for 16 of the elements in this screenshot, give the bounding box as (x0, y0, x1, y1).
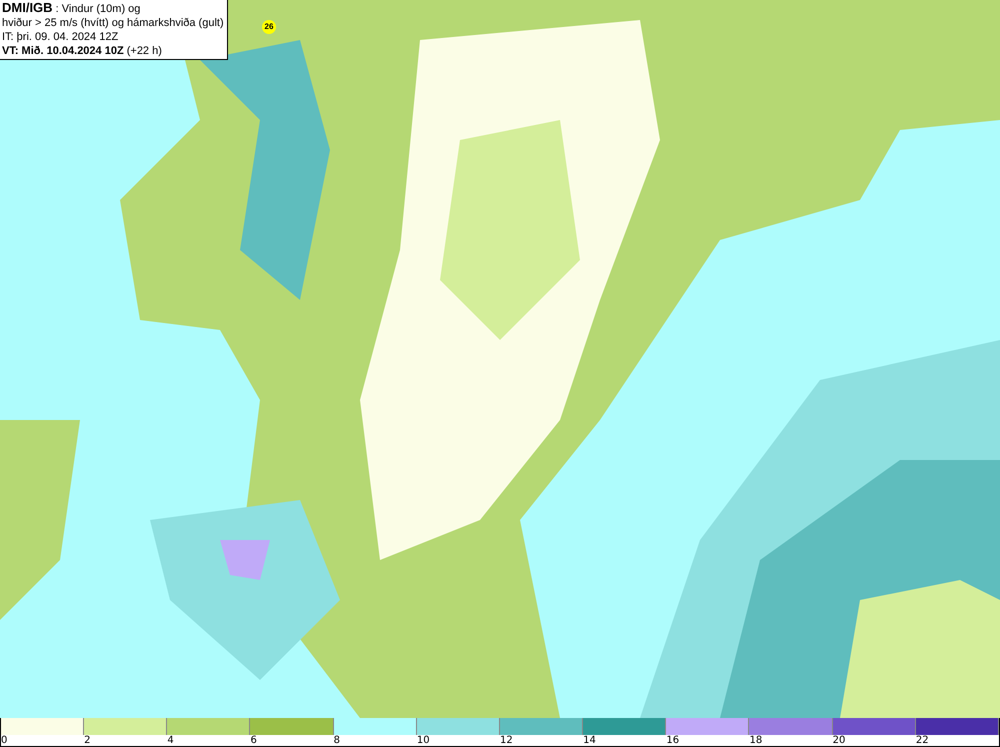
map-title-line: hviður > 25 m/s (hvítt) og hámarkshviða (gult) (2, 16, 224, 30)
legend-label: 16 (665, 735, 680, 746)
legend-label: 14 (582, 735, 596, 746)
map-title-line: VT: Mið. 10.04.2024 10Z (+22 h) (2, 44, 163, 58)
legend-label: 10 (416, 735, 430, 746)
legend-label: 18 (748, 735, 762, 746)
legend-label: 20 (832, 735, 846, 746)
legend-label: 4 (166, 735, 174, 746)
legend-label: 22 (914, 735, 929, 746)
legend-label: 2 (83, 735, 91, 746)
legend-label: 0 (0, 735, 8, 746)
legend-label: 12 (498, 735, 513, 746)
legend-label: 8 (332, 735, 340, 746)
map-title-line: DMI/IGB : Vindur (10m) og (2, 1, 142, 16)
legend-label: 6 (249, 735, 257, 746)
map-title-line: IT: þri. 09. 04. 2024 12Z (2, 30, 120, 44)
